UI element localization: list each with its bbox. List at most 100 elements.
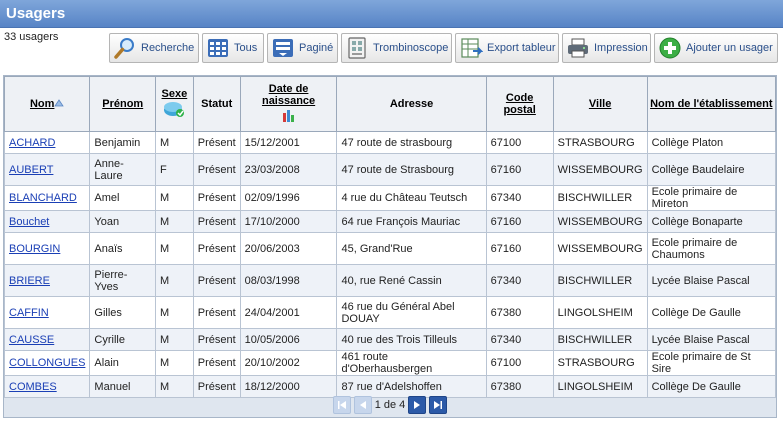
user-name-link[interactable]: CAUSSE	[9, 334, 54, 346]
next-page-button[interactable]	[408, 396, 427, 414]
column-header-code-postal[interactable]: Code postal	[485, 76, 554, 132]
column-header-prenom[interactable]: Prénom	[89, 76, 157, 132]
cell-sexe: M	[155, 328, 194, 351]
users-grid: Nom Prénom Sexe Statut Date de naissance…	[3, 75, 777, 418]
paged-button[interactable]: Paginé	[267, 33, 338, 63]
contacts-icon	[345, 36, 369, 60]
cell-adresse: 40 rue des Trois Tilleuls	[336, 328, 487, 351]
cell-statut: Présent	[192, 232, 241, 265]
cell-statut: Présent	[192, 328, 241, 351]
cell-ville: WISSEMBOURG	[552, 210, 648, 233]
table-row[interactable]: ACHARD Benjamin M Présent 15/12/2001 47 route…	[3, 131, 777, 154]
cell-etablissement: Ecole primaire de St Sire	[646, 350, 777, 376]
table-row[interactable]: BLANCHARD Amel M Présent 02/09/1996 4 rue du …	[3, 185, 777, 211]
cell-date-naissance: 15/12/2001	[239, 131, 338, 154]
cell-ville: WISSEMBOURG	[552, 232, 648, 265]
cell-code-postal: 67160	[485, 153, 554, 186]
cell-prenom: Yoan	[89, 210, 157, 233]
grid-all-icon	[206, 36, 230, 60]
table-row[interactable]: CAFFIN Gilles M Présent 24/04/2001 46 rue du …	[3, 296, 777, 329]
toolbar: Recherche Tous Paginé Trombinoscope Expo…	[109, 33, 778, 63]
print-button[interactable]: Impression	[562, 33, 651, 63]
cell-nom[interactable]: ACHARD	[3, 131, 91, 154]
user-name-link[interactable]: Bouchet	[9, 216, 49, 228]
cell-nom[interactable]: CAFFIN	[3, 296, 91, 329]
cell-nom[interactable]: BLANCHARD	[3, 185, 91, 211]
cell-adresse: 46 rue du Général Abel DOUAY	[336, 296, 487, 329]
cell-sexe: M	[155, 232, 194, 265]
user-name-link[interactable]: COMBES	[9, 381, 57, 393]
last-page-button[interactable]	[429, 396, 448, 414]
column-header-adresse: Adresse	[336, 76, 487, 132]
table-row[interactable]: CAUSSE Cyrille M Présent 10/05/2006 40 rue de…	[3, 328, 777, 351]
cell-code-postal: 67160	[485, 210, 554, 233]
export-spreadsheet-button[interactable]: Export tableur	[455, 33, 559, 63]
trombinoscope-button[interactable]: Trombinoscope	[341, 33, 452, 63]
bar-chart-icon[interactable]	[281, 109, 297, 126]
show-all-button-label: Tous	[234, 42, 258, 54]
user-name-link[interactable]: BLANCHARD	[9, 192, 77, 204]
column-header-nom[interactable]: Nom	[3, 76, 91, 132]
user-name-link[interactable]: ACHARD	[9, 137, 55, 149]
cell-nom[interactable]: CAUSSE	[3, 328, 91, 351]
table-row[interactable]: BRIERE Pierre-Yves M Présent 08/03/1998 40, r…	[3, 264, 777, 297]
table-row[interactable]: BOURGIN Anaïs M Présent 20/06/2003 45, Grand'…	[3, 232, 777, 265]
cell-nom[interactable]: BRIERE	[3, 264, 91, 297]
cell-nom[interactable]: AUBERT	[3, 153, 91, 186]
previous-page-button[interactable]	[353, 396, 372, 414]
export-spreadsheet-button-label: Export tableur	[487, 42, 556, 54]
user-name-link[interactable]: BRIERE	[9, 275, 50, 287]
page-title-bar: Usagers	[0, 0, 783, 28]
cell-etablissement: Lycée Blaise Pascal	[646, 264, 777, 297]
cell-etablissement: Collège Platon	[646, 131, 777, 154]
cell-prenom: Cyrille	[89, 328, 157, 351]
cell-sexe: M	[155, 210, 194, 233]
cell-adresse: 45, Grand'Rue	[336, 232, 487, 265]
user-name-link[interactable]: COLLONGUES	[9, 357, 85, 369]
table-row[interactable]: COLLONGUES Alain M Présent 20/10/2002 461 rou…	[3, 350, 777, 376]
gender-filter-icon[interactable]	[163, 101, 185, 121]
cell-sexe: M	[155, 264, 194, 297]
cell-statut: Présent	[192, 296, 241, 329]
cell-statut: Présent	[192, 350, 241, 376]
cell-code-postal: 67380	[485, 296, 554, 329]
cell-nom[interactable]: BOURGIN	[3, 232, 91, 265]
cell-ville: LINGOLSHEIM	[552, 296, 648, 329]
sort-ascending-icon	[54, 98, 65, 110]
user-name-link[interactable]: AUBERT	[9, 164, 53, 176]
cell-prenom: Alain	[89, 350, 157, 376]
column-header-date-naissance[interactable]: Date de naissance	[239, 76, 338, 132]
magnifier-icon	[113, 36, 137, 60]
cell-prenom: Gilles	[89, 296, 157, 329]
cell-ville: STRASBOURG	[552, 131, 648, 154]
cell-adresse: 40, rue René Cassin	[336, 264, 487, 297]
cell-date-naissance: 02/09/1996	[239, 185, 338, 211]
add-circle-icon	[658, 36, 682, 60]
column-header-ville[interactable]: Ville	[552, 76, 648, 132]
cell-sexe: M	[155, 350, 194, 376]
first-page-button[interactable]	[332, 396, 351, 414]
user-name-link[interactable]: CAFFIN	[9, 307, 49, 319]
cell-prenom: Amel	[89, 185, 157, 211]
search-button[interactable]: Recherche	[109, 33, 199, 63]
user-name-link[interactable]: BOURGIN	[9, 243, 60, 255]
cell-etablissement: Collège De Gaulle	[646, 296, 777, 329]
cell-etablissement: Collège Baudelaire	[646, 153, 777, 186]
cell-adresse: 4 rue du Château Teutsch	[336, 185, 487, 211]
cell-code-postal: 67340	[485, 328, 554, 351]
cell-prenom: Benjamin	[89, 131, 157, 154]
add-user-button[interactable]: Ajouter un usager	[654, 33, 778, 63]
search-button-label: Recherche	[141, 42, 195, 54]
cell-etablissement: Collège Bonaparte	[646, 210, 777, 233]
table-row[interactable]: AUBERT Anne-Laure F Présent 23/03/2008 47 rou…	[3, 153, 777, 186]
cell-ville: STRASBOURG	[552, 350, 648, 376]
paged-button-label: Paginé	[299, 42, 334, 54]
cell-date-naissance: 23/03/2008	[239, 153, 338, 186]
column-header-sexe[interactable]: Sexe	[155, 76, 194, 132]
cell-nom[interactable]: COLLONGUES	[3, 350, 91, 376]
cell-nom[interactable]: Bouchet	[3, 210, 91, 233]
table-row[interactable]: Bouchet Yoan M Présent 17/10/2000 64 rue Fran…	[3, 210, 777, 233]
column-header-etablissement[interactable]: Nom de l'établissement	[646, 76, 777, 132]
cell-statut: Présent	[192, 131, 241, 154]
show-all-button[interactable]: Tous	[202, 33, 264, 63]
